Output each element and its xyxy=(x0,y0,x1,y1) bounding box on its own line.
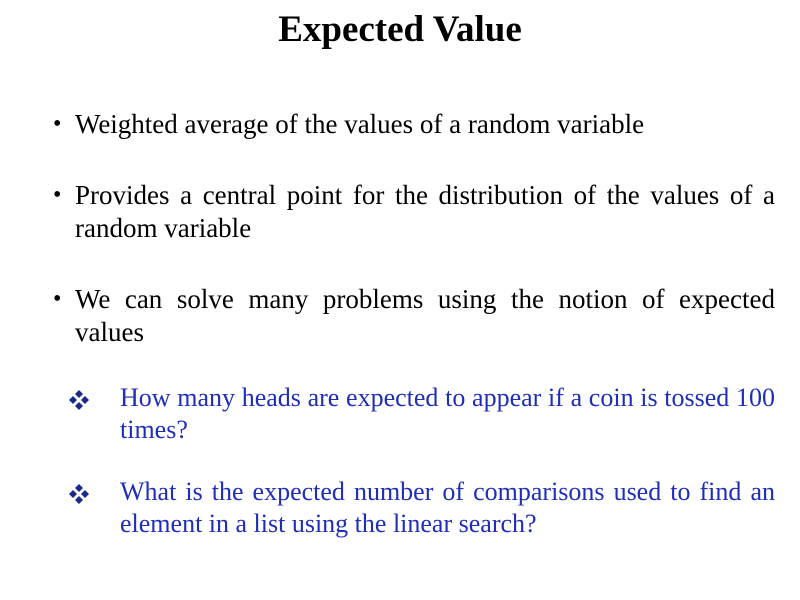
bullet-dot-icon: • xyxy=(53,182,62,208)
bullet-text: Provides a central point for the distrib… xyxy=(75,180,775,243)
bullet-item: • Weighted average of the values of a ra… xyxy=(50,108,775,141)
bullet-text: We can solve many problems using the not… xyxy=(75,284,775,347)
sub-bullet-text: How many heads are expected to appear if… xyxy=(120,383,775,444)
bullet-list: • Weighted average of the values of a ra… xyxy=(50,108,775,349)
sub-bullet-text: What is the expected number of compariso… xyxy=(120,477,775,538)
bullet-dot-icon: • xyxy=(53,111,62,137)
bullet-item: • We can solve many problems using the n… xyxy=(50,283,775,349)
sub-bullet-item: What is the expected number of compariso… xyxy=(68,476,775,540)
slide: Expected Value • Weighted average of the… xyxy=(0,0,800,600)
sub-bullet-item: How many heads are expected to appear if… xyxy=(68,382,775,446)
bullet-text: Weighted average of the values of a rand… xyxy=(75,109,645,139)
bullet-item: • Provides a central point for the distr… xyxy=(50,179,775,245)
four-diamond-icon xyxy=(69,390,89,410)
four-diamond-icon xyxy=(69,484,89,504)
slide-title: Expected Value xyxy=(278,9,522,50)
sub-bullet-list: How many heads are expected to appear if… xyxy=(68,382,775,540)
bullet-dot-icon: • xyxy=(53,286,62,312)
